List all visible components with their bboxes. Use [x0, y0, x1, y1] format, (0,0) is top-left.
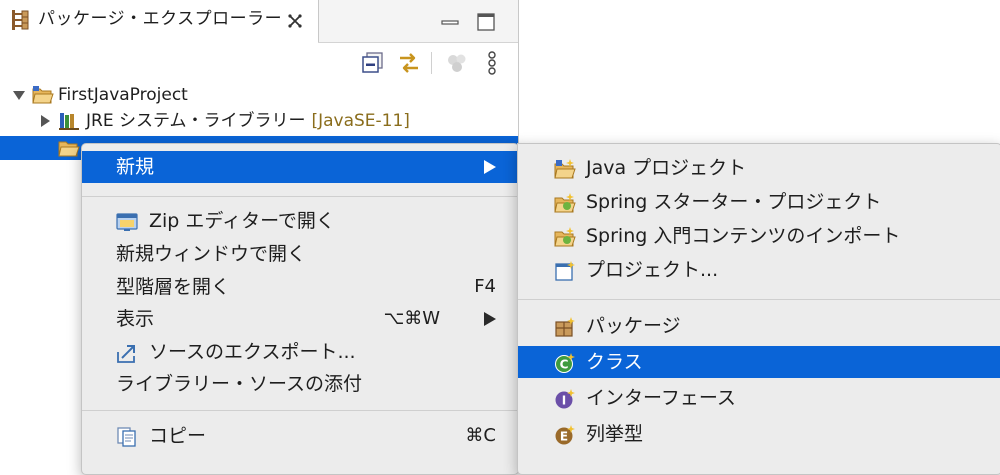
shortcut-label: ⌥⌘W [383, 308, 440, 329]
tree-item-jre-library[interactable]: JRE システム・ライブラリー [JavaSE-11] [0, 108, 518, 134]
view-toolbar [0, 42, 518, 84]
expanded-twisty-icon[interactable] [12, 88, 26, 102]
export-icon [117, 345, 135, 363]
submenu-item-label: 列挙型 [586, 423, 644, 445]
interface-icon: I [555, 389, 575, 409]
submenu-item-label: インターフェース [586, 387, 736, 409]
class-icon: C [555, 353, 575, 373]
menu-item-label: 新規 [116, 156, 155, 178]
source-folder-icon [58, 141, 80, 157]
menu-item-new[interactable]: 新規 [82, 151, 518, 183]
java-project-folder-icon [32, 86, 54, 104]
submenu-arrow-icon [484, 312, 496, 326]
menu-item-label: ライブラリー・ソースの添付 [116, 373, 363, 395]
submenu-item-project[interactable]: プロジェクト... [518, 254, 1000, 286]
submenu-item-label: パッケージ [586, 315, 681, 337]
menu-item-open-zip-editor[interactable]: Zip エディターで開く [82, 205, 518, 237]
submenu-item-package[interactable]: パッケージ [518, 310, 1000, 342]
submenu-arrow-icon [484, 160, 496, 174]
tree-item-project[interactable]: FirstJavaProject [0, 82, 518, 108]
submenu-item-label: クラス [586, 351, 643, 373]
submenu-item-label: Spring 入門コンテンツのインポート [586, 225, 901, 247]
java-project-icon [554, 159, 576, 179]
package-explorer-tab[interactable]: パッケージ・エクスプローラー [0, 0, 319, 42]
context-menu: 新規 Zip エディターで開く 新規ウィンドウで開く 型階層を開く F4 表示 … [81, 143, 519, 475]
menu-item-export-source[interactable]: ソースのエクスポート... [82, 336, 518, 368]
shortcut-label: ⌘C [465, 425, 496, 446]
svg-text:C: C [560, 358, 569, 372]
submenu-item-java-project[interactable]: Java プロジェクト [518, 152, 1000, 184]
menu-item-open-new-window[interactable]: 新規ウィンドウで開く [82, 238, 518, 270]
zip-editor-icon [116, 213, 138, 231]
project-icon [555, 261, 575, 281]
submenu-item-spring-import-content[interactable]: Spring 入門コンテンツのインポート [518, 220, 1000, 252]
copy-icon [117, 427, 136, 447]
project-label: FirstJavaProject [58, 85, 188, 105]
collapse-all-icon[interactable] [360, 50, 386, 76]
shortcut-label: F4 [474, 276, 496, 297]
menu-item-label: ソースのエクスポート... [149, 341, 356, 363]
submenu-item-class[interactable]: C クラス [518, 346, 1000, 378]
view-menu-icon[interactable] [482, 50, 502, 76]
submenu-item-enum[interactable]: E 列挙型 [518, 418, 1000, 450]
jre-label: JRE システム・ライブラリー [86, 111, 306, 131]
jre-version-decoration: [JavaSE-11] [311, 111, 410, 131]
submenu-item-spring-starter-project[interactable]: Spring スターター・プロジェクト [518, 186, 1000, 218]
spring-starter-icon [554, 193, 576, 213]
package-icon [555, 317, 575, 337]
menu-separator [82, 196, 518, 197]
menu-item-label: 新規ウィンドウで開く [116, 243, 307, 265]
library-icon [59, 113, 79, 130]
menu-item-open-type-hierarchy[interactable]: 型階層を開く F4 [82, 271, 518, 303]
enum-icon: E [555, 425, 575, 445]
collapsed-twisty-icon[interactable] [38, 114, 52, 128]
submenu-item-label: プロジェクト... [586, 259, 719, 281]
maximize-icon[interactable] [476, 12, 496, 32]
spring-import-icon [554, 227, 576, 247]
submenu-item-interface[interactable]: I インターフェース [518, 382, 1000, 414]
menu-item-attach-library-source[interactable]: ライブラリー・ソースの添付 [82, 368, 518, 400]
submenu-item-label: Java プロジェクト [586, 157, 747, 179]
toolbar-separator [431, 52, 432, 74]
package-explorer-icon [12, 10, 29, 30]
filter-icon[interactable] [444, 50, 470, 76]
menu-separator [518, 299, 1000, 300]
svg-text:I: I [562, 394, 566, 408]
menu-item-label: Zip エディターで開く [149, 210, 335, 232]
link-with-editor-icon[interactable] [396, 50, 422, 76]
svg-text:E: E [560, 430, 568, 444]
menu-item-label: コピー [149, 425, 207, 447]
close-icon[interactable] [287, 13, 303, 29]
menu-separator [82, 410, 518, 411]
menu-item-show-in[interactable]: 表示 ⌥⌘W [82, 303, 518, 335]
menu-item-label: 型階層を開く [116, 276, 231, 298]
menu-item-label: 表示 [116, 308, 155, 330]
submenu-item-label: Spring スターター・プロジェクト [586, 191, 882, 213]
minimize-icon[interactable] [440, 12, 460, 32]
menu-item-copy[interactable]: コピー ⌘C [82, 420, 518, 452]
new-submenu: Java プロジェクト Spring スターター・プロジェクト Spring 入… [517, 143, 1000, 475]
view-title: パッケージ・エクスプローラー [38, 9, 283, 29]
